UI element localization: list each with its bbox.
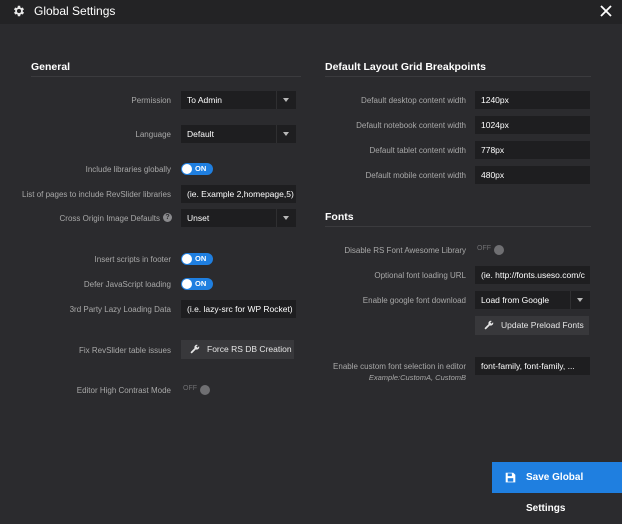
breakpoints-section-title: Default Layout Grid Breakpoints: [325, 61, 487, 73]
disable-fa-label: Disable RS Font Awesome Library: [344, 246, 466, 255]
force-db-creation-label: Force RS DB Creation: [207, 344, 292, 354]
toggle-state: ON: [195, 279, 207, 288]
include-libraries-label: Include libraries globally: [85, 165, 171, 174]
lazy-loading-input[interactable]: (i.e. lazy-src for WP Rocket): [181, 300, 296, 318]
high-contrast-toggle[interactable]: OFF: [183, 384, 211, 396]
custom-font-label: Enable custom font selection in editor: [333, 362, 466, 371]
pages-list-placeholder: (ie. Example 2,homepage,5): [187, 189, 294, 199]
google-download-select[interactable]: Load from Google: [475, 291, 590, 309]
pages-list-label: List of pages to include RevSlider libra…: [22, 190, 171, 199]
mobile-width-input[interactable]: 480px: [475, 166, 590, 184]
cross-origin-value: Unset: [187, 213, 210, 223]
force-db-creation-button[interactable]: Force RS DB Creation: [181, 340, 294, 359]
lazy-loading-label: 3rd Party Lazy Loading Data: [69, 305, 171, 314]
desktop-width-label: Default desktop content width: [361, 96, 466, 105]
general-divider: [31, 76, 301, 77]
toggle-knob: [200, 385, 210, 395]
tablet-width-label: Default tablet content width: [369, 146, 466, 155]
lazy-loading-placeholder: (i.e. lazy-src for WP Rocket): [187, 304, 293, 314]
breakpoints-divider: [325, 76, 591, 77]
gear-icon: [13, 5, 25, 17]
defer-js-toggle[interactable]: ON: [181, 278, 213, 290]
help-icon[interactable]: ?: [163, 213, 172, 222]
language-select[interactable]: Default: [181, 125, 296, 143]
tablet-width-value: 778px: [481, 145, 505, 155]
notebook-width-input[interactable]: 1024px: [475, 116, 590, 134]
mobile-width-value: 480px: [481, 170, 505, 180]
font-url-input[interactable]: (ie. http://fonts.useso.com/c: [475, 266, 590, 284]
toggle-knob: [182, 164, 192, 174]
chevron-down-icon: [276, 91, 296, 109]
general-section-title: General: [31, 61, 71, 73]
wrench-icon: [190, 344, 200, 354]
desktop-width-value: 1240px: [481, 95, 509, 105]
disable-fa-toggle[interactable]: OFF: [477, 244, 505, 256]
chevron-down-icon: [570, 291, 590, 309]
save-global-settings-label: Save Global Settings: [526, 472, 584, 514]
font-url-placeholder: (ie. http://fonts.useso.com/c: [481, 270, 585, 280]
permission-value: To Admin: [187, 95, 222, 105]
pages-list-input[interactable]: (ie. Example 2,homepage,5): [181, 185, 296, 203]
toggle-state: ON: [195, 254, 207, 263]
toggle-state: OFF: [183, 385, 197, 392]
toggle-knob: [182, 279, 192, 289]
font-url-label: Optional font loading URL: [374, 271, 466, 280]
permission-label: Permission: [131, 96, 171, 105]
save-icon: [505, 472, 516, 483]
language-label: Language: [135, 130, 171, 139]
chevron-down-icon: [276, 209, 296, 227]
toggle-knob: [494, 245, 504, 255]
insert-footer-label: Insert scripts in footer: [94, 255, 171, 264]
include-libraries-toggle[interactable]: ON: [181, 163, 213, 175]
save-global-settings-button[interactable]: Save Global Settings: [492, 462, 622, 514]
mobile-width-label: Default mobile content width: [365, 171, 467, 180]
chevron-down-icon: [276, 125, 296, 143]
custom-font-input[interactable]: font-family, font-family, ...: [475, 357, 590, 375]
permission-select[interactable]: To Admin: [181, 91, 296, 109]
language-value: Default: [187, 129, 214, 139]
notebook-width-label: Default notebook content width: [356, 121, 466, 130]
close-icon[interactable]: [598, 3, 614, 19]
tablet-width-input[interactable]: 778px: [475, 141, 590, 159]
notebook-width-value: 1024px: [481, 120, 509, 130]
cross-origin-label: Cross Origin Image Defaults: [59, 214, 160, 223]
custom-font-placeholder: font-family, font-family, ...: [481, 361, 575, 371]
fonts-section-title: Fonts: [325, 211, 354, 223]
fonts-divider: [325, 226, 591, 227]
google-download-label: Enable google font download: [362, 296, 466, 305]
toggle-state: ON: [195, 164, 207, 173]
fix-tables-label: Fix RevSlider table issues: [78, 346, 171, 355]
toggle-knob: [182, 254, 192, 264]
custom-font-sublabel: Example:CustomA, CustomB: [368, 373, 466, 382]
desktop-width-input[interactable]: 1240px: [475, 91, 590, 109]
title-bar: Global Settings: [0, 0, 622, 24]
update-preload-fonts-label: Update Preload Fonts: [501, 320, 584, 330]
high-contrast-label: Editor High Contrast Mode: [76, 386, 171, 395]
defer-js-label: Defer JavaScript loading: [83, 280, 171, 289]
update-preload-fonts-button[interactable]: Update Preload Fonts: [475, 316, 589, 335]
wrench-icon: [484, 320, 494, 330]
window-title: Global Settings: [34, 4, 116, 18]
insert-footer-toggle[interactable]: ON: [181, 253, 213, 265]
cross-origin-select[interactable]: Unset: [181, 209, 296, 227]
toggle-state: OFF: [477, 245, 491, 252]
google-download-value: Load from Google: [481, 295, 550, 305]
